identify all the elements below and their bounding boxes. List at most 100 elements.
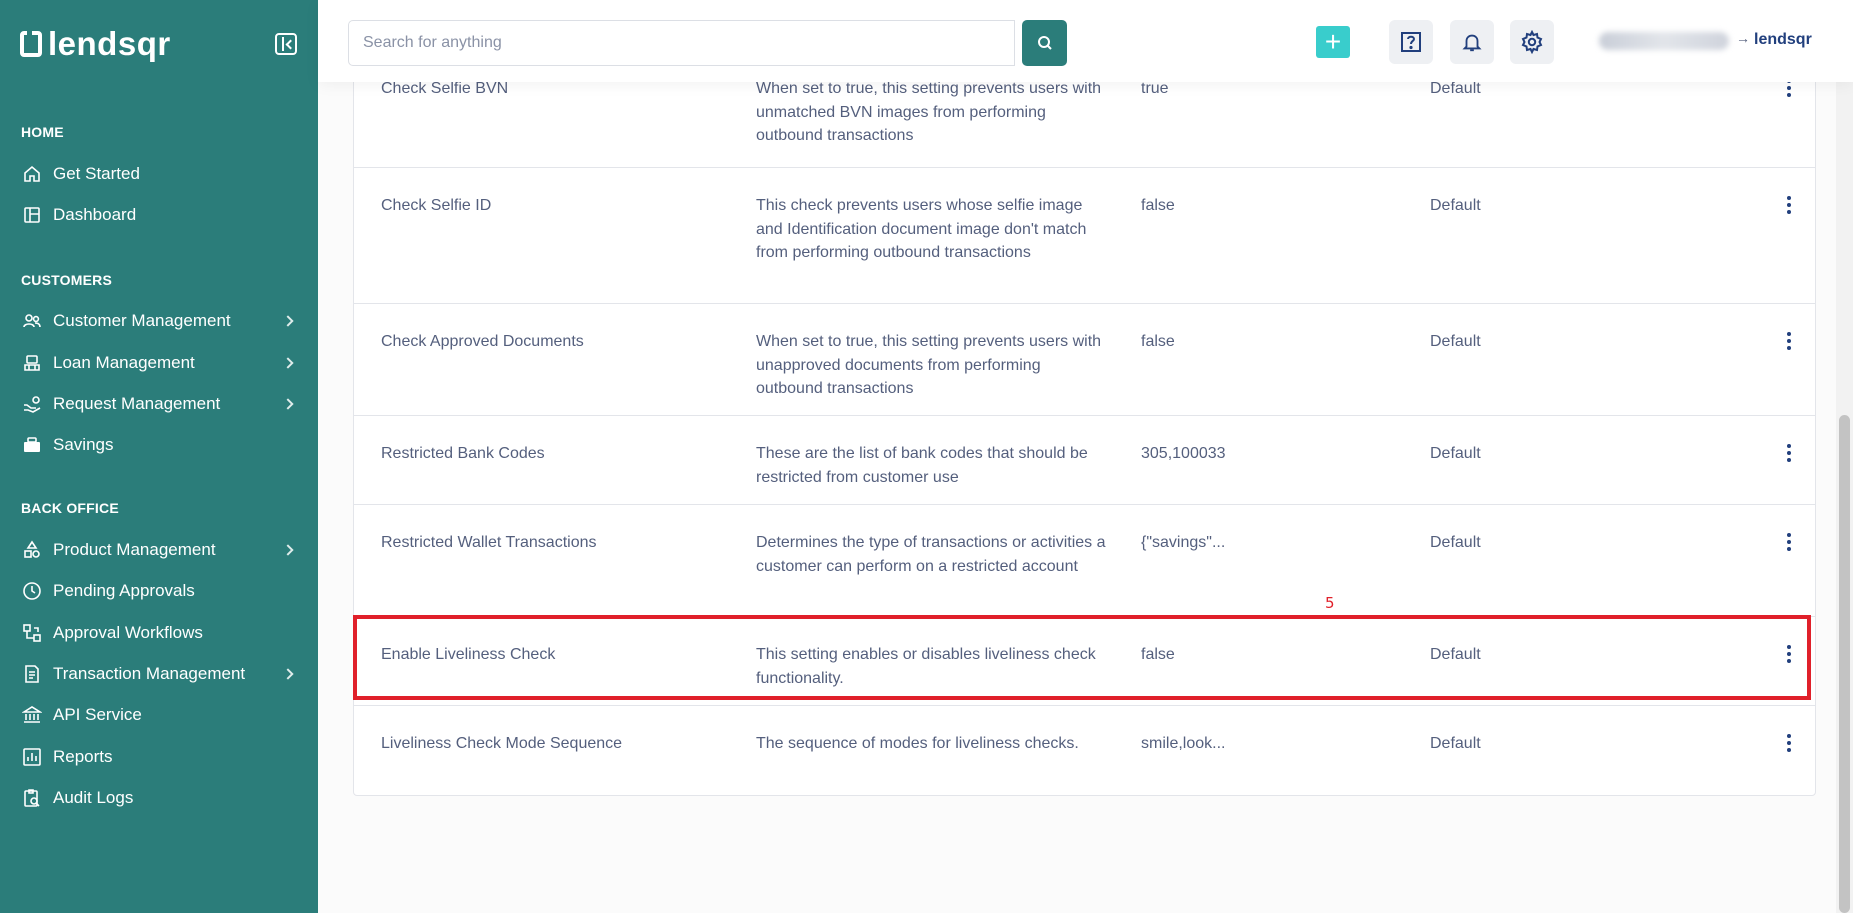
- chevron-right-icon: [282, 544, 294, 556]
- setting-type: Default: [1430, 445, 1481, 462]
- collapse-sidebar-icon[interactable]: [275, 33, 297, 55]
- sidebar-item-label: Audit Logs: [53, 788, 134, 807]
- sidebar-item-audit-logs[interactable]: Audit Logs: [0, 780, 318, 816]
- sidebar-item-customer-management[interactable]: Customer Management: [0, 303, 318, 339]
- setting-type: Default: [1430, 735, 1481, 752]
- transaction-icon: [22, 664, 42, 684]
- setting-name: Check Approved Documents: [381, 333, 584, 350]
- setting-type: Default: [1430, 197, 1481, 214]
- setting-description: This setting enables or disables livelin…: [756, 646, 1096, 687]
- setting-description: The sequence of modes for liveliness che…: [756, 735, 1079, 752]
- help-icon: [1401, 32, 1421, 52]
- sidebar-item-reports[interactable]: Reports: [0, 739, 318, 775]
- reports-icon: [22, 747, 42, 767]
- sidebar-item-label: Approval Workflows: [53, 623, 203, 642]
- section-title-back-office: BACK OFFICE: [21, 500, 119, 516]
- setting-name: Restricted Wallet Transactions: [381, 534, 597, 551]
- table-row-highlighted[interactable]: Enable Liveliness Check This setting ena…: [354, 617, 1815, 706]
- annotation-label: 5: [1325, 594, 1335, 612]
- sidebar-item-label: Request Management: [53, 394, 221, 413]
- table-row[interactable]: Restricted Bank Codes These are the list…: [354, 416, 1815, 505]
- setting-name: Restricted Bank Codes: [381, 445, 545, 462]
- setting-description: Determines the type of transactions or a…: [756, 534, 1106, 575]
- sidebar-item-label: API Service: [53, 705, 142, 724]
- sidebar-item-label: Get Started: [53, 164, 140, 183]
- sidebar-item-label: Dashboard: [53, 205, 137, 224]
- sidebar: lendsqr HOME Get Started Dashboard CUSTO…: [0, 0, 318, 913]
- help-button[interactable]: [1389, 20, 1433, 64]
- setting-value: 305,100033: [1141, 445, 1226, 462]
- table-row[interactable]: Liveliness Check Mode Sequence The seque…: [354, 706, 1815, 795]
- setting-description: This check prevents users whose selfie i…: [756, 197, 1087, 261]
- arrow-right-icon: →: [1736, 30, 1750, 46]
- gear-icon: [1521, 30, 1543, 54]
- bank-icon: [22, 705, 42, 725]
- chevron-right-icon: [282, 398, 294, 410]
- setting-value: smile,look...: [1141, 735, 1226, 752]
- workflow-icon: [22, 623, 42, 643]
- more-options-icon[interactable]: [1778, 192, 1800, 218]
- more-options-icon[interactable]: [1778, 328, 1800, 354]
- setting-name: Enable Liveliness Check: [381, 646, 556, 663]
- sidebar-item-transaction-management[interactable]: Transaction Management: [0, 656, 318, 692]
- sidebar-item-label: Loan Management: [53, 353, 195, 372]
- sidebar-item-label: Reports: [53, 747, 113, 766]
- setting-value: {"savings"...: [1141, 534, 1226, 551]
- loan-icon: [22, 353, 42, 373]
- setting-name: Check Selfie ID: [381, 197, 492, 214]
- dashboard-icon: [22, 205, 42, 225]
- request-icon: [22, 394, 42, 414]
- search-button[interactable]: [1022, 20, 1067, 66]
- section-title-home: HOME: [21, 124, 64, 140]
- organization-logo[interactable]: lendsqr: [1754, 31, 1812, 49]
- more-options-icon[interactable]: [1778, 730, 1800, 756]
- sidebar-item-label: Pending Approvals: [53, 581, 195, 600]
- setting-description: When set to true, this setting prevents …: [756, 80, 1102, 144]
- sidebar-item-request-management[interactable]: Request Management: [0, 386, 318, 422]
- more-options-icon[interactable]: [1778, 440, 1800, 466]
- sidebar-item-loan-management[interactable]: Loan Management: [0, 345, 318, 381]
- settings-button[interactable]: [1510, 20, 1554, 64]
- settings-table: Check Selfie BVN When set to true, this …: [353, 50, 1816, 796]
- sidebar-item-label: Transaction Management: [53, 664, 246, 683]
- sidebar-item-pending-approvals[interactable]: Pending Approvals: [0, 573, 318, 609]
- table-row[interactable]: Restricted Wallet Transactions Determine…: [354, 505, 1815, 617]
- topbar: + → lendsqr: [318, 0, 1853, 82]
- chevron-right-icon: [282, 315, 294, 327]
- scrollbar-thumb[interactable]: [1839, 415, 1850, 913]
- bell-icon: [1462, 34, 1482, 52]
- sidebar-item-get-started[interactable]: Get Started: [0, 156, 318, 192]
- setting-type: Default: [1430, 534, 1481, 551]
- table-row[interactable]: Check Approved Documents When set to tru…: [354, 304, 1815, 416]
- sidebar-item-product-management[interactable]: Product Management: [0, 532, 318, 568]
- users-icon: [22, 311, 42, 331]
- sidebar-item-approval-workflows[interactable]: Approval Workflows: [0, 615, 318, 651]
- brand-logo[interactable]: lendsqr: [20, 24, 171, 64]
- product-icon: [22, 540, 42, 560]
- more-options-icon[interactable]: [1778, 641, 1800, 667]
- user-name-blurred[interactable]: [1599, 32, 1729, 50]
- home-icon: [22, 164, 42, 184]
- savings-icon: [22, 435, 42, 455]
- setting-value: false: [1141, 646, 1175, 663]
- sidebar-item-dashboard[interactable]: Dashboard: [0, 197, 318, 233]
- table-row[interactable]: Check Selfie ID This check prevents user…: [354, 168, 1815, 304]
- search-icon: [1037, 36, 1052, 50]
- chevron-right-icon: [282, 668, 294, 680]
- notifications-button[interactable]: [1450, 20, 1494, 64]
- setting-type: Default: [1430, 646, 1481, 663]
- sidebar-item-label: Customer Management: [53, 311, 231, 330]
- setting-name: Liveliness Check Mode Sequence: [381, 735, 623, 752]
- clock-icon: [22, 581, 42, 601]
- sidebar-item-savings[interactable]: Savings: [0, 427, 318, 463]
- add-button[interactable]: +: [1316, 26, 1350, 58]
- setting-description: When set to true, this setting prevents …: [756, 333, 1102, 397]
- chevron-right-icon: [282, 357, 294, 369]
- setting-description: These are the list of bank codes that sh…: [756, 445, 1088, 486]
- lendsqr-logo-icon: [20, 31, 42, 57]
- more-options-icon[interactable]: [1778, 529, 1800, 555]
- brand-name: lendsqr: [48, 25, 171, 62]
- sidebar-item-label: Savings: [53, 435, 114, 454]
- search-input[interactable]: [348, 20, 1015, 66]
- sidebar-item-api-service[interactable]: API Service: [0, 697, 318, 733]
